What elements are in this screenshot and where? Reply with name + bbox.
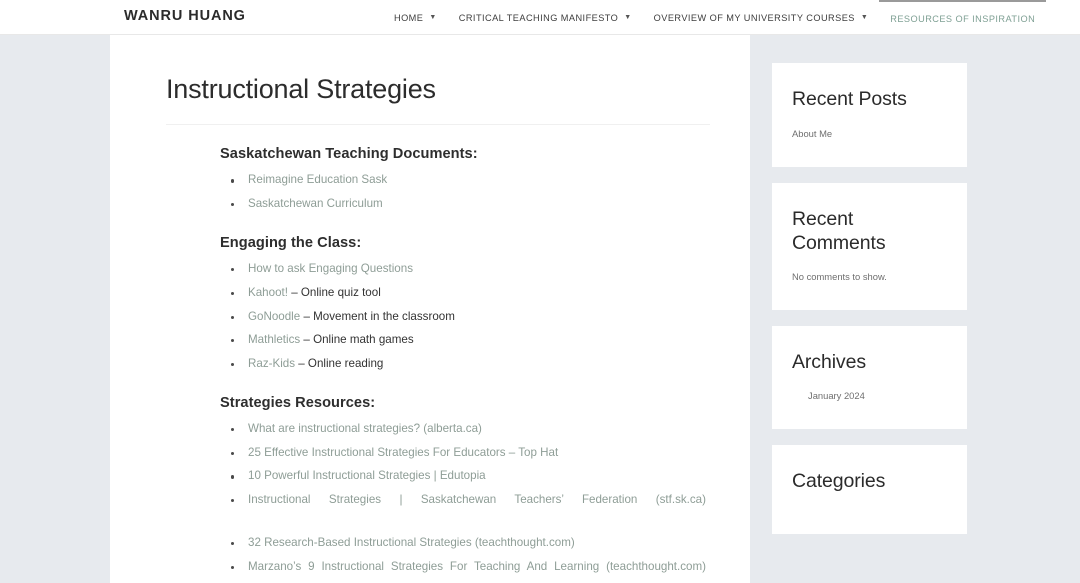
section-heading: Strategies Resources: [220,394,376,411]
sidebar: Recent Posts About Me Recent Comments No co… [772,35,967,550]
main-content-column: Instructional Strategies Saskatchewan Te… [110,35,750,583]
widget-list-item[interactable]: About Me [792,126,947,141]
resource-link[interactable]: 32 Research-Based Instructional Strategi… [248,536,575,549]
list-item: 32 Research-Based Instructional Strategi… [220,534,710,553]
widget-empty-message: No comments to show. [792,270,887,282]
nav-item-resources-of-inspiration[interactable]: RESOURCES OF INSPIRATION [879,0,1047,35]
content-inner: Instructional Strategies Saskatchewan Te… [110,35,750,583]
nav-item-overview-of-my-university-courses[interactable]: OVERVIEW OF MY UNIVERSITY COURSES ▼ [643,0,880,35]
list-item: GoNoodle – Movement in the classroom [220,308,710,327]
widget-list: January 2024 [792,388,947,403]
widget-title: Recent Comments [792,207,886,255]
sidebar-widget-archives: Archives January 2024 [772,325,967,430]
sidebar-widget-recent-posts: Recent Posts About Me [772,63,967,167]
page-title: Instructional Strategies [166,73,710,126]
list-item: 25 Effective Instructional Strategies Fo… [220,444,710,463]
chevron-down-icon: ▼ [860,14,869,21]
resource-link[interactable]: Kahoot! [248,286,288,299]
widget-list-item[interactable]: January 2024 [792,388,947,403]
resource-description: – Online reading [295,357,384,371]
content-sections: Saskatchewan Teaching Documents: Reimagin… [166,146,710,583]
widget-list-link[interactable]: About Me [792,128,832,139]
widget-list-link[interactable]: January 2024 [808,390,865,401]
chevron-down-icon: ▼ [624,14,632,21]
page-shell: Instructional Strategies Saskatchewan Te… [0,35,1080,583]
sidebar-widget-recent-comments: Recent Comments No comments to show. [772,182,967,310]
section-heading: Engaging the Class: [220,234,362,251]
list-item: Instructional Strategies | Saskatchewan … [220,491,710,529]
section-heading: Saskatchewan Teaching Documents: [220,146,478,163]
list-item: Saskatchewan Curriculum [220,195,710,214]
list-item: Mathletics – Online math games [220,331,710,350]
site-title[interactable]: WANRU HUANG [124,8,246,24]
resource-link[interactable]: How to ask Engaging Questions [248,262,413,275]
content-section: Strategies Resources: What are instructio… [166,395,710,583]
nav-item-label: RESOURCES OF INSPIRATION [890,13,1036,24]
list-item: How to ask Engaging Questions [220,260,710,279]
resource-link[interactable]: Marzano’s 9 Instructional Strategies For… [248,560,706,573]
list-item: Kahoot! – Online quiz tool [220,284,710,303]
resource-link-list: What are instructional strategies? (albe… [220,420,710,583]
widget-title: Recent Posts [792,88,907,110]
list-item: Marzano’s 9 Instructional Strategies For… [220,558,710,583]
nav-item-label: CRITICAL TEACHING MANIFESTO [458,12,619,23]
chevron-down-icon: ▼ [429,14,437,21]
resource-link[interactable]: 25 Effective Instructional Strategies Fo… [248,446,558,459]
resource-link[interactable]: Raz-Kids [248,357,295,370]
resource-link-list: Reimagine Education Sask Saskatchewan Cur… [220,171,710,214]
list-item: Raz-Kids – Online reading [220,355,710,374]
list-item: Reimagine Education Sask [220,171,710,190]
nav-item-label: HOME [394,12,424,23]
list-item: What are instructional strategies? (albe… [220,420,710,439]
resource-description: – Movement in the classroom [300,309,455,323]
nav-item-home[interactable]: HOME ▼ [383,0,448,35]
resource-link[interactable]: Reimagine Education Sask [248,173,387,186]
resource-link[interactable]: 10 Powerful Instructional Strategies | E… [248,469,486,482]
widget-list: About Me [792,126,947,141]
resource-description: – Online math games [300,333,414,347]
main-navigation: HOME ▼ CRITICAL TEACHING MANIFESTO ▼ OVERVIE… [383,0,1047,35]
resource-link[interactable]: Instructional Strategies | Saskatchewan … [248,493,706,506]
content-section: Engaging the Class: How to ask Engaging Q… [166,235,710,374]
resource-link[interactable]: Mathletics [248,333,300,346]
list-item: 10 Powerful Instructional Strategies | E… [220,467,710,486]
content-section: Saskatchewan Teaching Documents: Reimagin… [166,146,710,214]
widget-title: Categories [792,470,886,493]
widget-title: Archives [792,350,866,373]
resource-description: – Online quiz tool [287,285,381,299]
site-header: WANRU HUANG HOME ▼ CRITICAL TEACHING MANIF… [0,0,1080,35]
nav-item-label: OVERVIEW OF MY UNIVERSITY COURSES [653,12,855,23]
sidebar-widget-categories: Categories [772,445,967,535]
resource-link[interactable]: What are instructional strategies? (albe… [248,422,482,435]
resource-link[interactable]: GoNoodle [248,310,300,323]
resource-link-list: How to ask Engaging Questions Kahoot! – O… [220,260,710,374]
resource-link[interactable]: Saskatchewan Curriculum [248,197,383,210]
nav-item-critical-teaching-manifesto[interactable]: CRITICAL TEACHING MANIFESTO ▼ [448,0,643,35]
